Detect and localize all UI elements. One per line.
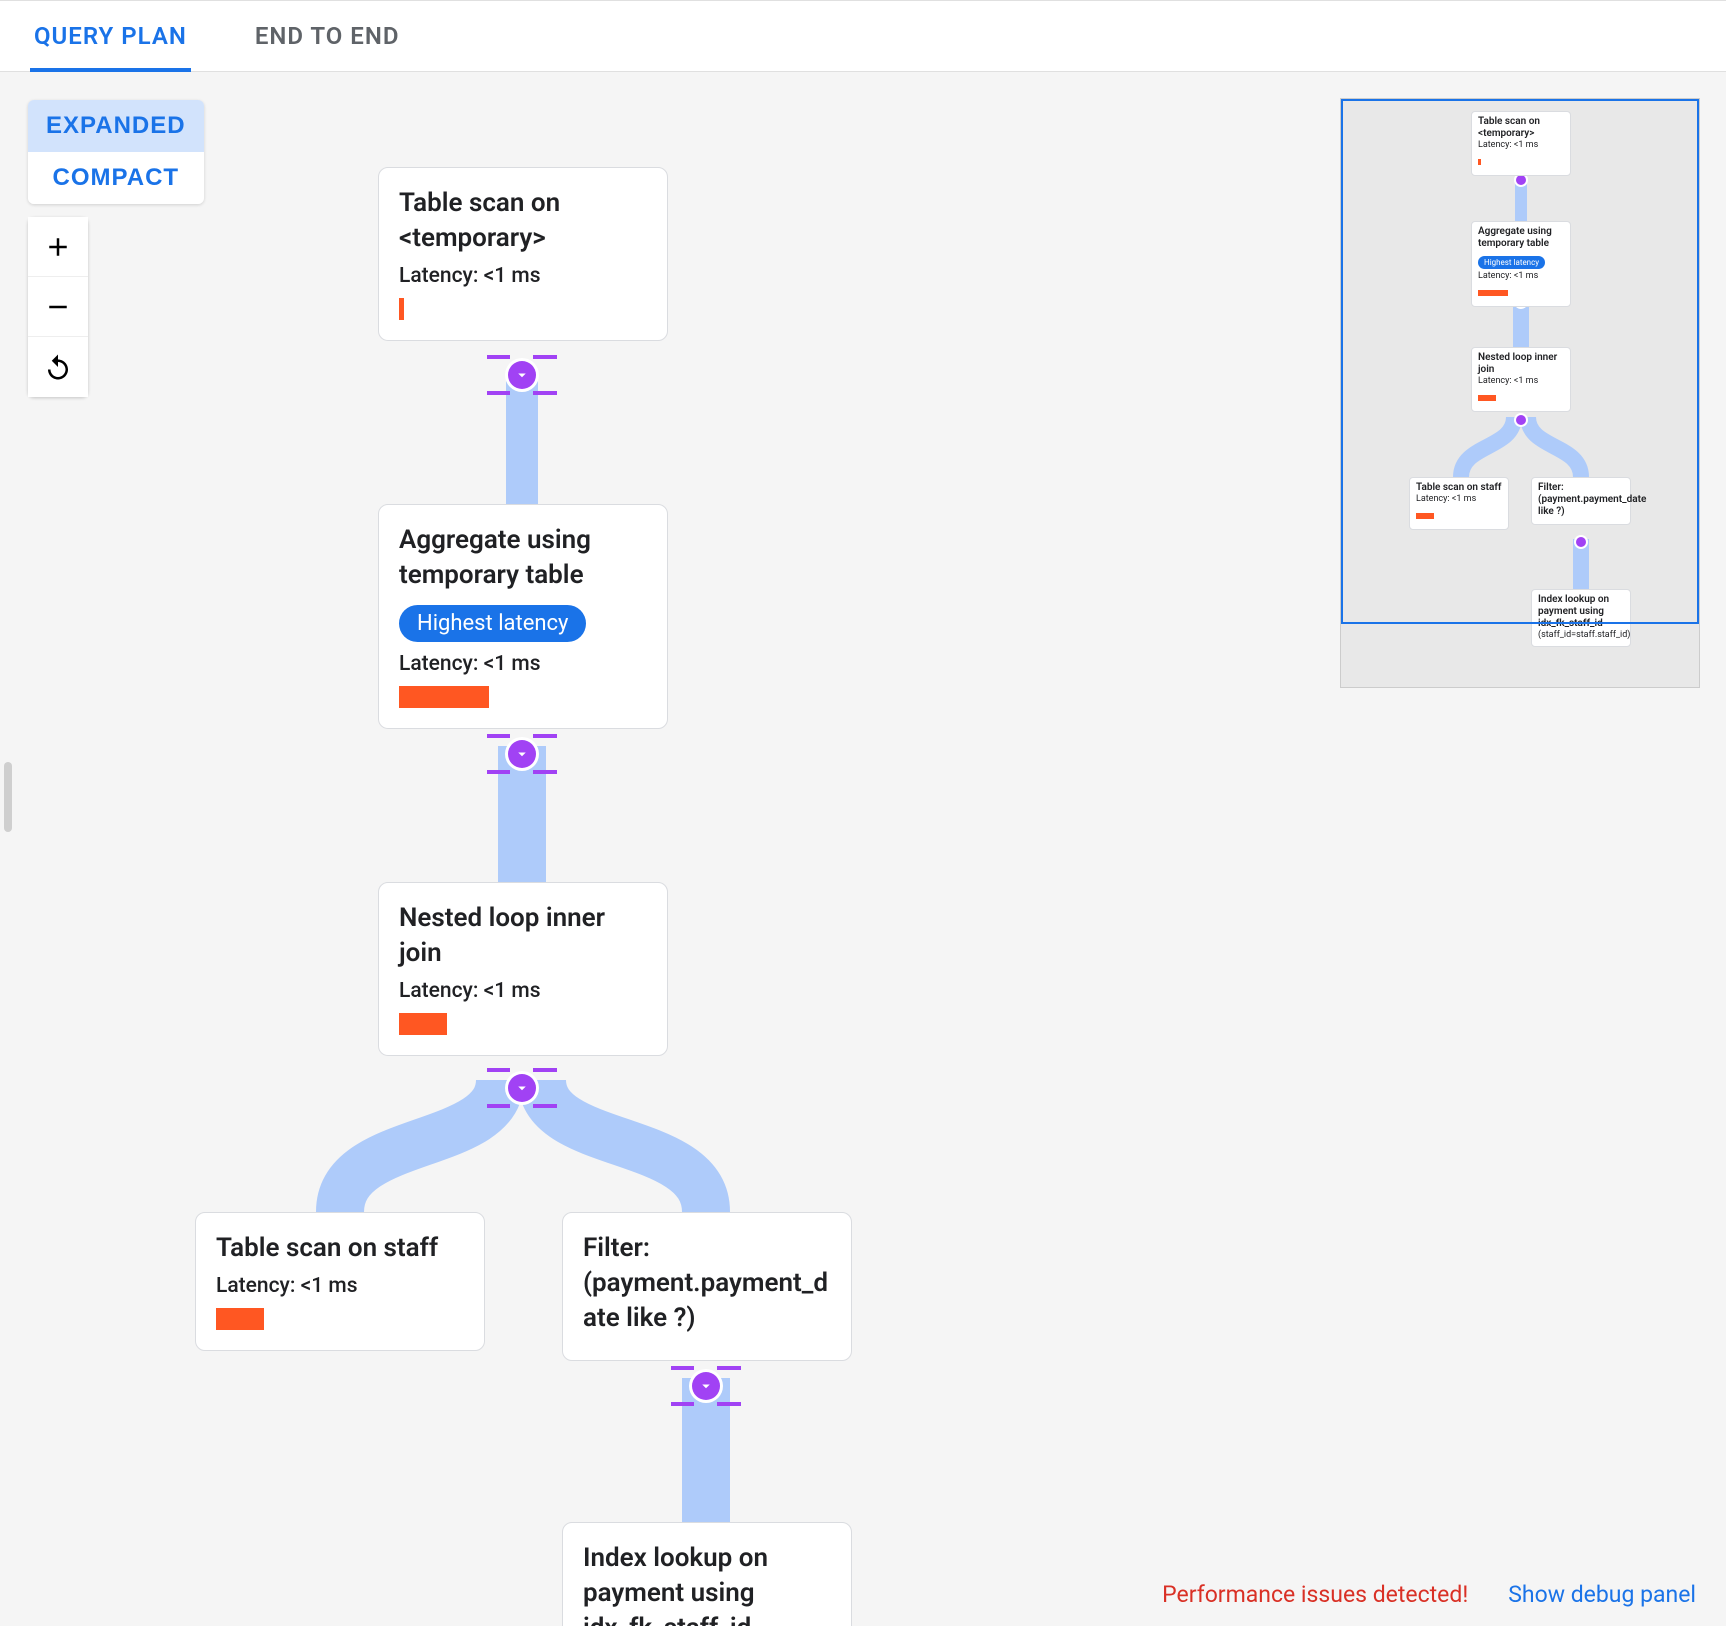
performance-warning: Performance issues detected! (1162, 1581, 1468, 1608)
minimap-viewport[interactable] (1341, 99, 1699, 624)
node-aggregate-temporary[interactable]: Aggregate using temporary table Highest … (378, 504, 668, 729)
tab-end-to-end[interactable]: END TO END (251, 0, 404, 72)
node-title: Table scan on <temporary> (399, 186, 647, 256)
collapse-toggle[interactable] (508, 361, 536, 389)
latency-bar (399, 1013, 447, 1035)
node-title: Index lookup on payment using idx_fk_sta… (583, 1541, 831, 1626)
node-latency: Latency: <1 ms (216, 1274, 464, 1298)
node-title: Filter: (payment.payment_date like ?) (583, 1231, 831, 1336)
latency-bar (399, 686, 489, 708)
node-latency: Latency: <1 ms (399, 264, 647, 288)
node-nested-loop-join[interactable]: Nested loop inner join Latency: <1 ms (378, 882, 668, 1056)
tab-bar: QUERY PLAN END TO END (0, 0, 1726, 72)
highest-latency-badge: Highest latency (399, 605, 586, 642)
node-latency: Latency: <1 ms (399, 979, 647, 1003)
latency-bar (216, 1308, 264, 1330)
node-latency: Latency: <1 ms (399, 652, 647, 676)
node-index-lookup-payment[interactable]: Index lookup on payment using idx_fk_sta… (562, 1522, 852, 1626)
chevron-down-icon (697, 1377, 715, 1395)
chevron-down-icon (513, 1079, 531, 1097)
canvas-area[interactable]: EXPANDED COMPACT (0, 72, 1726, 1626)
tab-query-plan[interactable]: QUERY PLAN (30, 0, 191, 72)
node-title: Nested loop inner join (399, 901, 647, 971)
node-filter-payment-date[interactable]: Filter: (payment.payment_date like ?) (562, 1212, 852, 1361)
node-table-scan-temporary[interactable]: Table scan on <temporary> Latency: <1 ms (378, 167, 668, 341)
collapse-toggle[interactable] (692, 1372, 720, 1400)
latency-bar (399, 298, 404, 320)
mini-sub: (staff_id=staff.staff_id) (1538, 630, 1624, 640)
chevron-down-icon (513, 745, 531, 763)
node-title: Aggregate using temporary table (399, 523, 647, 593)
chevron-down-icon (513, 366, 531, 384)
node-table-scan-staff[interactable]: Table scan on staff Latency: <1 ms (195, 1212, 485, 1351)
minimap[interactable]: Table scan on <temporary> Latency: <1 ms… (1340, 98, 1700, 688)
footer: Performance issues detected! Show debug … (1162, 1581, 1696, 1608)
collapse-toggle[interactable] (508, 740, 536, 768)
collapse-toggle[interactable] (508, 1074, 536, 1102)
show-debug-panel-link[interactable]: Show debug panel (1508, 1581, 1696, 1608)
node-title: Table scan on staff (216, 1231, 464, 1266)
